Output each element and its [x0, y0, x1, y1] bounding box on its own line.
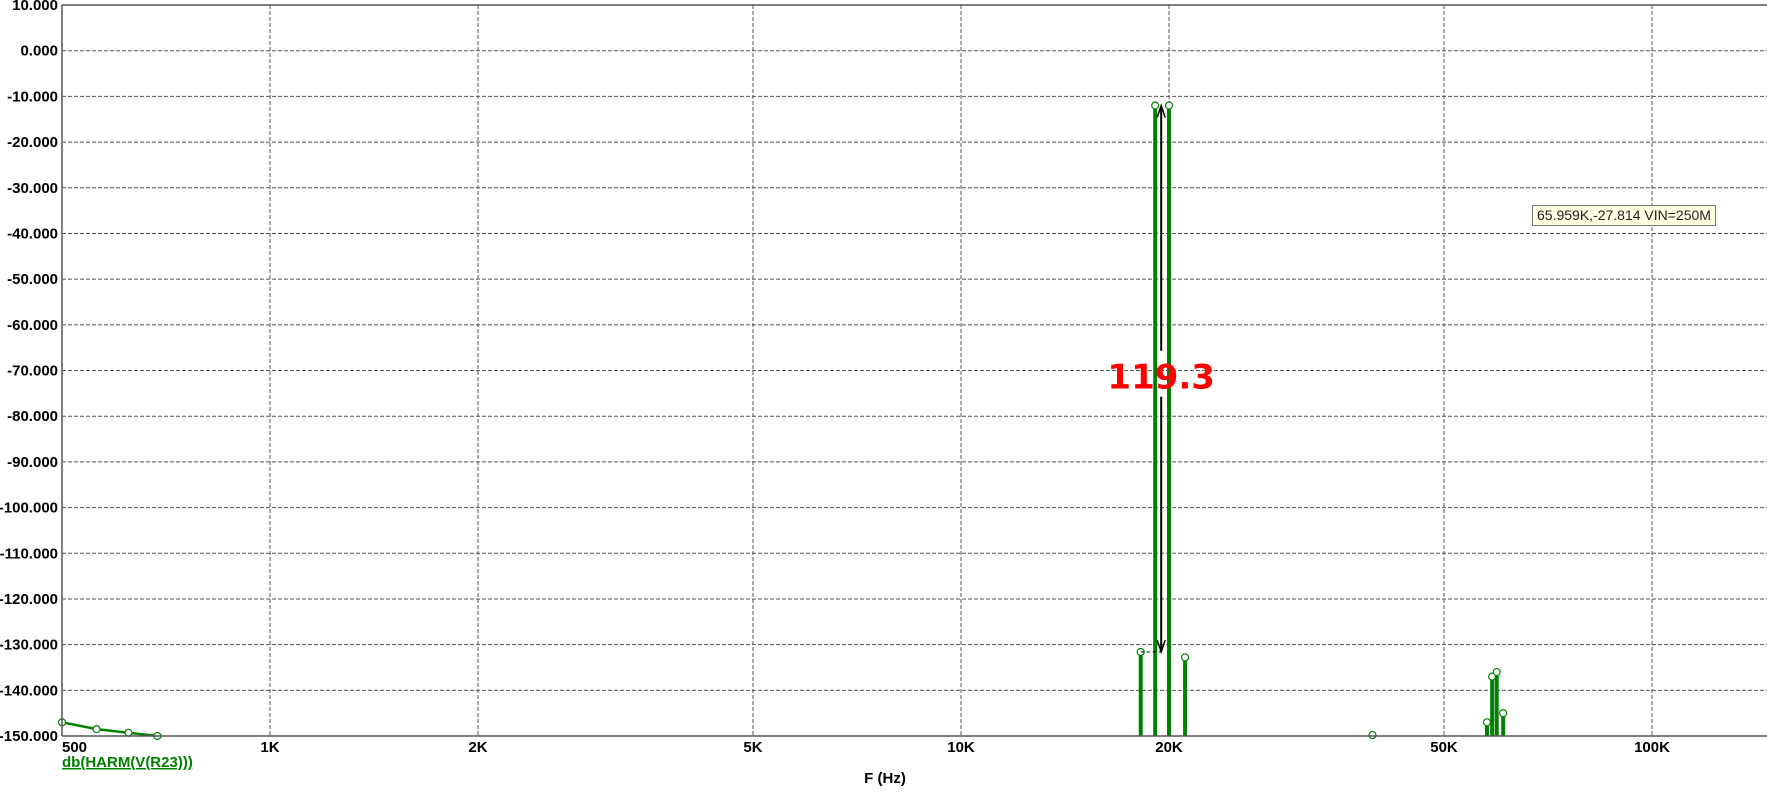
y-tick-label: -110.000	[0, 545, 58, 562]
y-tick-label: -150.000	[0, 728, 58, 745]
data-point-marker	[1482, 718, 1492, 727]
y-tick-label: -10.000	[7, 88, 58, 105]
y-tick-label: -30.000	[7, 180, 58, 197]
data-point-marker	[1164, 101, 1174, 110]
x-tick-label: 50K	[1430, 739, 1458, 756]
y-tick-label: -40.000	[7, 225, 58, 242]
y-tick-label: -90.000	[7, 454, 58, 471]
dimension-label: 119.3	[1107, 358, 1215, 398]
y-tick-label: -140.000	[0, 682, 58, 699]
data-point-marker	[1368, 730, 1377, 740]
harmonics-chart: 10.000 0.000 -10.000 -20.000 -30.000 -40.000 -…	[0, 0, 1767, 787]
data-point-marker	[1492, 667, 1501, 677]
y-axis-ticks: 10.000 0.000 -10.000 -20.000 -30.000 -40.000 -…	[0, 0, 58, 745]
y-tick-label: -80.000	[7, 408, 58, 425]
series-curve	[61, 721, 158, 738]
x-tick-label: 100K	[1634, 739, 1670, 756]
x-tick-label: 10K	[947, 739, 975, 756]
y-tick-label: -120.000	[0, 591, 58, 608]
data-point-marker	[1499, 709, 1508, 718]
x-tick-label: 1K	[260, 739, 279, 756]
x-tick-label: 2K	[468, 739, 487, 756]
y-tick-label: -70.000	[7, 363, 58, 380]
y-tick-label: 0.000	[20, 43, 58, 60]
y-tick-label: -20.000	[7, 134, 58, 151]
x-axis-label: F (Hz)	[864, 770, 906, 787]
y-tick-label: -60.000	[7, 317, 58, 334]
data-point-marker	[92, 725, 101, 734]
x-tick-label: 5K	[743, 739, 762, 756]
x-tick-label: 20K	[1155, 739, 1183, 756]
grid	[62, 5, 1767, 736]
y-tick-label: 10.000	[12, 0, 58, 14]
data-point-marker	[1180, 653, 1190, 662]
legend-series-label[interactable]: db(HARM(V(R23)))	[62, 754, 193, 771]
y-tick-label: -50.000	[7, 271, 58, 288]
series-db-harm-v-r23	[57, 101, 1508, 741]
y-tick-label: -130.000	[0, 637, 58, 654]
data-point-marker	[1151, 101, 1160, 110]
y-tick-label: -100.000	[0, 500, 58, 517]
cursor-tooltip: 65.959K,-27.814 VIN=250M	[1532, 205, 1716, 226]
x-axis-ticks: 500 1K 2K 5K 10K 20K 50K 100K	[62, 739, 1670, 756]
